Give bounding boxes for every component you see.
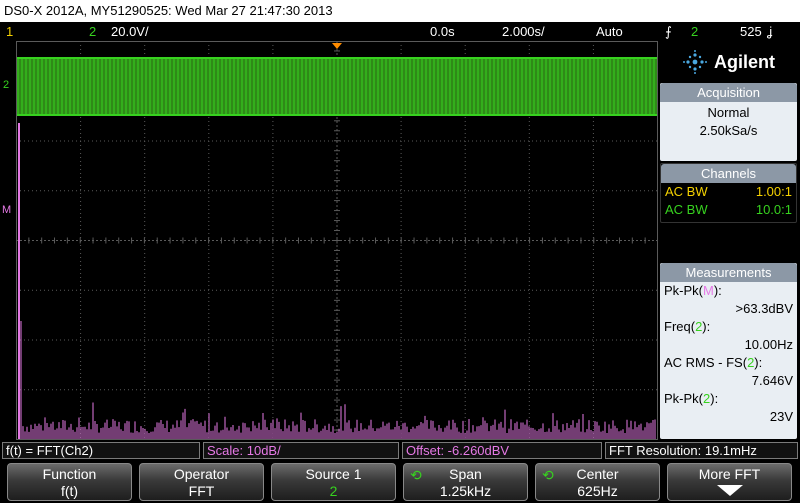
softkey-label: More FFT — [698, 466, 761, 482]
softkey-value: f(t) — [60, 483, 79, 499]
window-title-bar: DS0-X 2012A, MY51290525: Wed Mar 27 21:4… — [0, 0, 800, 22]
math-marker-label: M — [2, 204, 12, 216]
math-ground-marker[interactable]: M — [2, 204, 11, 216]
trigger-position-marker[interactable] — [332, 43, 342, 49]
operator-softkey[interactable]: Operator FFT — [139, 463, 264, 501]
softkey-value: 2 — [329, 483, 338, 499]
ch2-indicator[interactable]: 2 — [89, 22, 96, 41]
ch1-indicator[interactable]: 1 — [6, 22, 13, 41]
channel-2-row: AC BW 10.0:1 — [661, 201, 796, 219]
acquisition-header: Acquisition — [660, 83, 797, 102]
measurement-4-value: 23V — [769, 409, 793, 424]
trigger-mode: Auto — [596, 24, 623, 39]
entry-knob-icon: ⟲ — [542, 467, 554, 483]
chevron-down-icon — [668, 483, 791, 500]
softkey-value: FFT — [188, 483, 215, 499]
trigger-slope-icon: ⨍ — [665, 24, 672, 39]
softkey-value: 1.25kHz — [439, 483, 492, 499]
softkey-label: Operator — [173, 466, 230, 482]
channel-1-row: AC BW 1.00:1 — [661, 183, 796, 201]
brand-name: Agilent — [714, 51, 775, 72]
side-panel: Agilent Acquisition Normal 2.50kSa/s Cha… — [658, 41, 800, 440]
function-softkey[interactable]: Function f(t) — [7, 463, 132, 501]
measurements-panel[interactable]: Measurements Pk-Pk(M): >63.3dBV Freq(2):… — [660, 263, 797, 439]
status-bar: 1 2 20.0V/ 0.0s 2.000s/ Auto ⨍ 2 525 ʝ — [0, 22, 800, 41]
agilent-spark-icon — [683, 50, 707, 74]
center-softkey[interactable]: ⟲ Center 625Hz — [535, 463, 660, 501]
acquisition-rate: 2.50kSa/s — [699, 123, 758, 138]
softkey-value: 625Hz — [577, 483, 618, 499]
channel-1-coupling: AC BW — [665, 184, 708, 199]
softkey-label: Center — [576, 466, 619, 482]
softkey-bar: Function f(t) Operator FFT Source 1 2 ⟲ … — [0, 461, 800, 503]
trigger-level-unit: ʝ — [767, 24, 773, 39]
ch2-waveform-band — [17, 57, 657, 116]
time-base: 2.000s/ — [502, 24, 545, 39]
ch2-marker-label: 2 — [3, 79, 10, 91]
entry-knob-icon: ⟲ — [410, 467, 422, 483]
acquisition-panel[interactable]: Acquisition Normal 2.50kSa/s — [660, 83, 797, 161]
measurement-1-value: >63.3dBV — [735, 301, 793, 316]
channel-2-coupling: AC BW — [665, 202, 708, 217]
time-delay: 0.0s — [430, 24, 455, 39]
channels-panel[interactable]: Channels AC BW 1.00:1 AC BW 10.0:1 — [660, 163, 797, 223]
trigger-source: 2 — [691, 24, 699, 39]
measurement-4-name: Pk-Pk(2): — [664, 391, 719, 406]
softkey-label: Span — [449, 466, 482, 482]
fft-resolution-info: FFT Resolution: 19.1mHz — [605, 442, 798, 459]
measurement-2-name: Freq(2): — [664, 319, 711, 334]
math-offset-info: Offset: -6.260dBV — [402, 442, 602, 459]
softkey-label: Function — [42, 466, 97, 482]
measurements-header: Measurements — [660, 263, 797, 282]
span-softkey[interactable]: ⟲ Span 1.25kHz — [403, 463, 528, 501]
more-fft-softkey[interactable]: More FFT — [667, 463, 792, 501]
source1-softkey[interactable]: Source 1 2 — [271, 463, 396, 501]
window-title: DS0-X 2012A, MY51290525: Wed Mar 27 21:4… — [4, 3, 333, 18]
channel-2-probe: 10.0:1 — [755, 202, 792, 217]
softkey-label: Source 1 — [305, 466, 362, 482]
math-function-info: f(t) = FFT(Ch2) — [2, 442, 200, 459]
measurement-2-value: 10.00Hz — [744, 337, 793, 352]
channels-header: Channels — [661, 164, 796, 183]
math-scale-info: Scale: 10dB/ — [203, 442, 399, 459]
measurement-3-name: AC RMS - FS(2): — [664, 355, 763, 370]
channel-1-probe: 1.00:1 — [755, 184, 792, 199]
ch2-ground-marker[interactable]: 2 — [3, 79, 9, 91]
math-info-bar: f(t) = FFT(Ch2) Scale: 10dB/ Offset: -6.… — [0, 440, 800, 459]
acquisition-mode: Normal — [707, 105, 750, 120]
ch2-scale: 20.0V/ — [111, 24, 149, 39]
waveform-display[interactable] — [16, 41, 658, 440]
brand-logo: Agilent — [660, 43, 797, 81]
measurement-3-value: 7.646V — [751, 373, 793, 388]
trigger-level: 525 — [740, 24, 762, 39]
measurement-1-name: Pk-Pk(M): — [664, 283, 722, 298]
